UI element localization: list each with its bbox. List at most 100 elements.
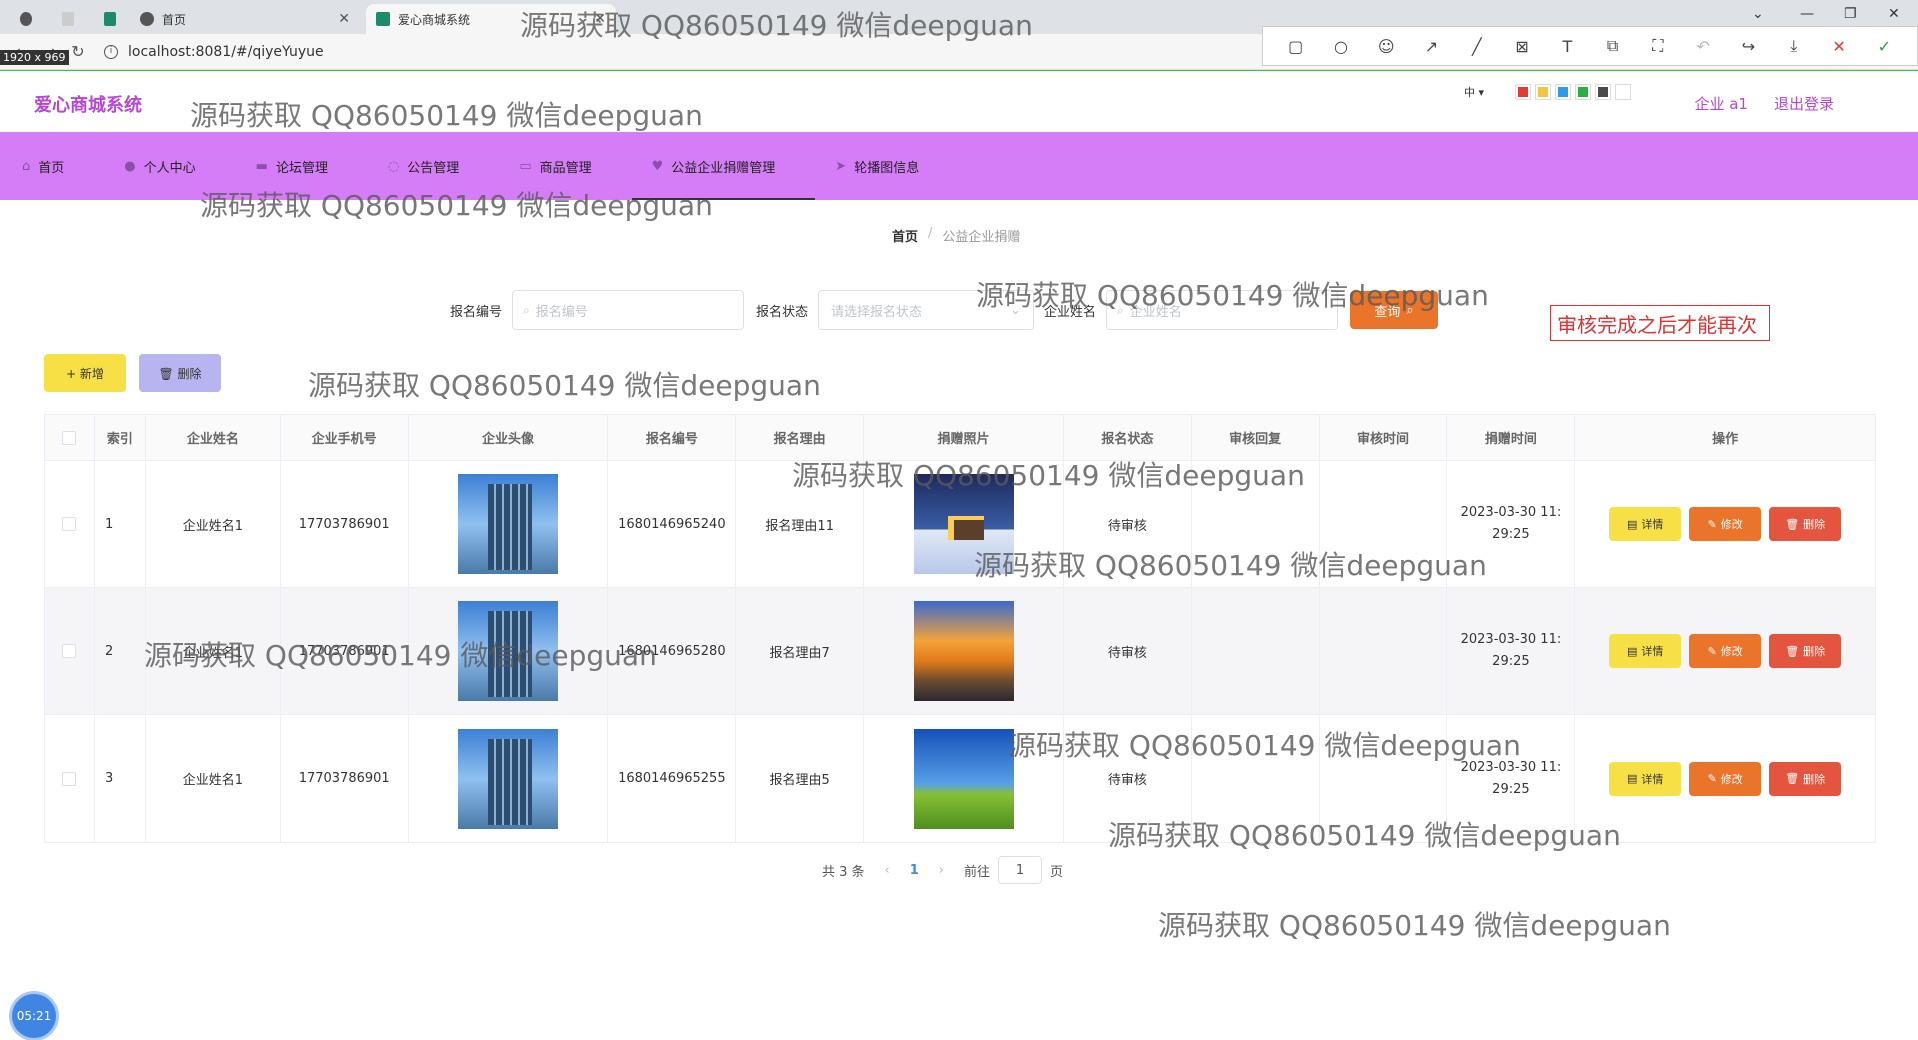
share-icon[interactable]: ↪: [1734, 37, 1762, 56]
review-time-cell: [1320, 588, 1448, 714]
status-select[interactable]: 请选择报名状态 ⌄: [818, 290, 1035, 330]
breadcrumb-separator: /: [928, 226, 933, 241]
color-swatch[interactable]: [1535, 84, 1552, 100]
header-cell: 报名编号: [608, 415, 737, 460]
browser-tab[interactable]: [10, 4, 50, 34]
select-all-checkbox[interactable]: [62, 430, 77, 445]
chevron-down-icon[interactable]: ⌄: [1752, 6, 1764, 22]
header-cell: 操作: [1712, 432, 1739, 447]
button-label: 查询: [1374, 304, 1401, 320]
prev-page-icon[interactable]: ‹: [885, 863, 890, 878]
color-swatch[interactable]: [1555, 84, 1572, 100]
logout-link[interactable]: 退出登录: [1774, 93, 1834, 114]
edit-button[interactable]: ✎ 修改: [1689, 634, 1762, 668]
button-label: 修改: [1720, 772, 1743, 786]
browser-tab-active[interactable]: 爱心商城系统 ✕: [366, 4, 616, 34]
color-swatch[interactable]: [1515, 84, 1532, 100]
nav-item-home[interactable]: ⌂ 首页: [22, 132, 64, 200]
emoji-icon[interactable]: ☺: [1372, 37, 1400, 56]
color-swatch[interactable]: [1595, 84, 1612, 100]
site-info-icon[interactable]: i: [104, 44, 118, 59]
donation-time-cell: 2023-03-30 11: 29:25: [1447, 715, 1576, 842]
ocr-icon[interactable]: ⛶: [1644, 36, 1672, 56]
edit-button[interactable]: ✎ 修改: [1689, 761, 1762, 796]
status-cell: 待审核: [1064, 588, 1192, 714]
home-icon: ⌂: [22, 158, 31, 174]
company-avatar-image[interactable]: [458, 601, 559, 701]
nav-item-profile[interactable]: ● 个人中心: [124, 132, 195, 200]
placeholder: 报名编号: [535, 304, 588, 320]
page-jump-input[interactable]: 1: [998, 856, 1043, 884]
select-all-cell: [45, 415, 95, 460]
nav-item-goods[interactable]: ▭ 商品管理: [519, 132, 591, 200]
nav-item-donation[interactable]: ♥ 公益企业捐赠管理: [631, 132, 815, 200]
browser-tab[interactable]: [94, 4, 134, 34]
screenshot-toolbar: ▢ ○ ☺ ↗ ╱ ⊠ T ⧉ ⛶ ↶ ↪ ⤓ ✕ ✓: [1262, 26, 1918, 66]
app-header: 爱心商城系统 企业 a1 退出登录: [0, 70, 1918, 132]
row-checkbox[interactable]: [62, 644, 77, 658]
row-checkbox[interactable]: [62, 771, 77, 786]
close-icon[interactable]: ✕: [594, 11, 606, 27]
color-swatch[interactable]: [1615, 84, 1632, 100]
donation-photo-image[interactable]: [913, 474, 1014, 574]
nav-label: 论坛管理: [275, 160, 328, 176]
nav-item-notice[interactable]: ◌ 公告管理: [388, 132, 459, 200]
company-avatar-image[interactable]: [458, 474, 559, 574]
table-row: 3 企业姓名1 17703786901 1680146965255 报名理由5 …: [45, 715, 1875, 842]
color-swatch[interactable]: [1575, 84, 1592, 100]
detail-button[interactable]: ▤ 详情: [1609, 507, 1682, 541]
circle-icon[interactable]: ○: [1327, 37, 1355, 56]
nav-item-carousel[interactable]: ➤ 轮播图信息: [835, 132, 919, 200]
confirm-icon[interactable]: ✓: [1870, 37, 1898, 56]
close-icon[interactable]: ✕: [338, 11, 350, 27]
minimize-icon[interactable]: —: [1800, 6, 1814, 22]
name-search-input[interactable]: ⌕ 企业姓名: [1106, 290, 1339, 330]
edit-button[interactable]: ✎ 修改: [1689, 507, 1762, 541]
reply-cell: [1192, 588, 1320, 714]
add-button[interactable]: + 新增: [44, 354, 126, 392]
pen-icon[interactable]: ╱: [1463, 37, 1491, 56]
recording-timer[interactable]: 05:21: [12, 994, 56, 1038]
donation-photo-image[interactable]: [913, 728, 1014, 829]
query-button[interactable]: 查询 ⌕: [1350, 291, 1439, 329]
reply-cell: [1192, 461, 1320, 587]
delete-button[interactable]: 🗑 删除: [1769, 761, 1842, 796]
annotation-text-box[interactable]: 审核完成之后才能再次: [1550, 305, 1770, 341]
button-label: 详情: [1641, 645, 1664, 658]
restore-icon[interactable]: ❐: [1844, 6, 1857, 22]
button-label: 详情: [1641, 772, 1664, 786]
page-number[interactable]: 1: [910, 863, 919, 878]
rectangle-icon[interactable]: ▢: [1282, 37, 1310, 56]
main-navbar: ⌂ 首页 ● 个人中心 ▬ 论坛管理 ◌ 公告管理 ▭ 商品管理 ♥ 公益企业捐…: [0, 132, 1918, 200]
next-page-icon[interactable]: ›: [939, 863, 944, 878]
arrow-icon[interactable]: ↗: [1417, 37, 1445, 56]
url-field[interactable]: i localhost:8081/#/qiyeYuyue: [104, 44, 324, 60]
breadcrumb-home[interactable]: 首页: [892, 226, 918, 245]
donation-photo-image[interactable]: [913, 601, 1014, 701]
nav-item-forum[interactable]: ▬ 论坛管理: [256, 132, 328, 200]
download-icon[interactable]: ⤓: [1780, 36, 1808, 56]
row-checkbox[interactable]: [62, 517, 77, 531]
browser-tab[interactable]: [52, 4, 92, 34]
pin-icon[interactable]: ⧉: [1599, 36, 1627, 56]
batch-delete-button[interactable]: 🗑 删除: [139, 354, 221, 392]
mosaic-icon[interactable]: ⊠: [1508, 37, 1536, 56]
undo-icon[interactable]: ↶: [1689, 37, 1717, 56]
code-cell: 1680146965255: [608, 715, 737, 842]
browser-tab-home[interactable]: 首页 ✕: [130, 4, 360, 34]
text-icon[interactable]: T: [1553, 37, 1581, 56]
tab-label: 爱心商城系统: [398, 12, 471, 27]
user-link[interactable]: 企业 a1: [1694, 93, 1748, 114]
delete-button[interactable]: 🗑 删除: [1769, 634, 1842, 668]
company-avatar-image[interactable]: [458, 728, 559, 829]
cancel-icon[interactable]: ✕: [1825, 37, 1853, 56]
vue-icon: [376, 12, 390, 26]
code-search-input[interactable]: ⌕ 报名编号: [512, 290, 745, 330]
detail-button[interactable]: ▤ 详情: [1609, 634, 1682, 668]
window-close-icon[interactable]: ✕: [1888, 6, 1900, 22]
detail-button[interactable]: ▤ 详情: [1609, 761, 1682, 796]
reason-cell: 报名理由5: [736, 715, 865, 842]
forum-icon: ▬: [255, 158, 268, 174]
delete-button[interactable]: 🗑 删除: [1769, 507, 1842, 541]
size-select[interactable]: 中 ▾: [1456, 82, 1493, 102]
